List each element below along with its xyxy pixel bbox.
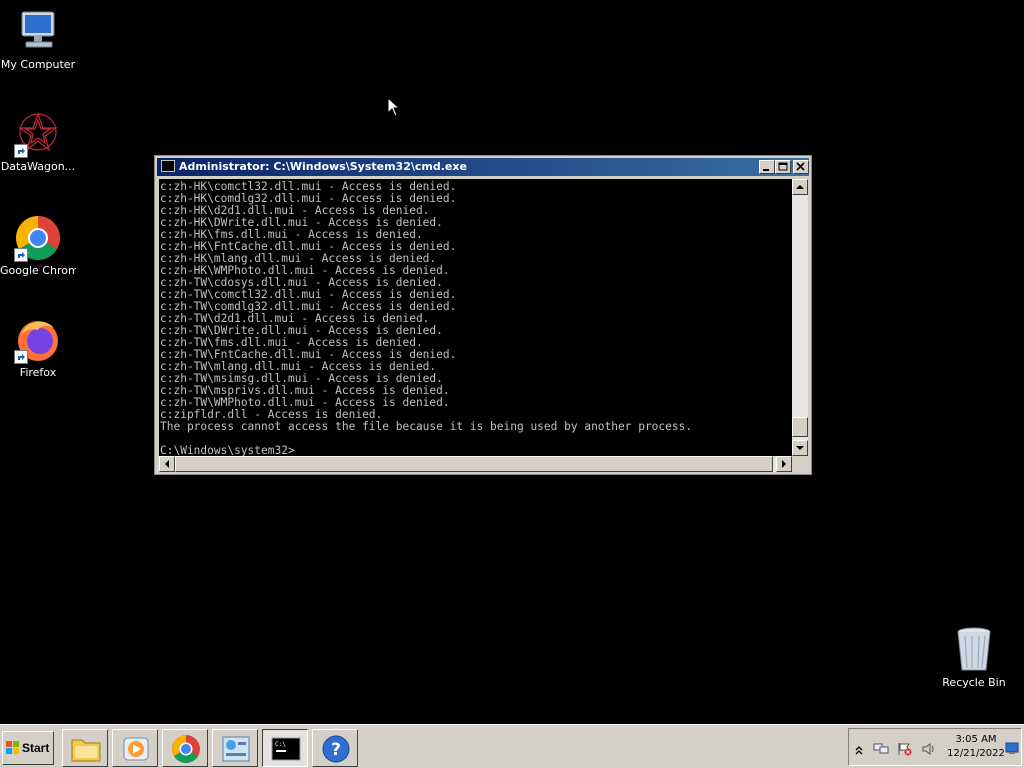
arrow-left-icon — [165, 460, 169, 468]
chrome-icon — [172, 735, 200, 763]
desktop-icon-label: Google Chrome — [0, 264, 76, 277]
taskbar-button-cmd[interactable]: C:\ — [262, 729, 308, 767]
scroll-up-button[interactable] — [792, 179, 808, 195]
desktop-icon-label: Recycle Bin — [942, 676, 1006, 689]
start-button[interactable]: Start — [2, 731, 54, 765]
cmd-titlebar[interactable]: Administrator: C:\Windows\System32\cmd.e… — [157, 158, 809, 176]
cmd-console-output[interactable]: c:zh-HK\comctl32.dll.mui - Access is den… — [159, 179, 792, 456]
show-desktop-button[interactable] — [1005, 740, 1019, 759]
maximize-button[interactable] — [775, 160, 791, 174]
system-tray: 3:05 AM 12/21/2022 — [848, 728, 1022, 766]
speaker-icon — [922, 743, 934, 755]
shortcut-arrow-icon — [14, 248, 28, 262]
minimize-icon — [763, 169, 769, 171]
volume-tray-icon[interactable] — [921, 741, 937, 760]
action-center-flag-icon — [898, 743, 912, 756]
mouse-cursor-icon — [387, 96, 401, 121]
datawagon-icon — [14, 110, 62, 158]
desktop-icon-label: Firefox — [19, 366, 57, 379]
cmd-window[interactable]: Administrator: C:\Windows\System32\cmd.e… — [154, 155, 812, 475]
arrow-down-icon — [796, 446, 804, 450]
desktop-icon-firefox[interactable]: Firefox — [0, 316, 76, 379]
taskbar-button-help[interactable]: ? — [312, 729, 358, 767]
minimize-button[interactable] — [759, 160, 775, 174]
network-tray-icon[interactable] — [873, 741, 889, 760]
cmd-window-icon — [161, 160, 175, 172]
horizontal-scroll-thumb[interactable] — [175, 456, 773, 472]
cmd-window-title: Administrator: C:\Windows\System32\cmd.e… — [179, 160, 467, 173]
recycle-bin-icon — [950, 626, 998, 674]
svg-text:?: ? — [331, 740, 341, 760]
horizontal-scrollbar[interactable] — [159, 456, 792, 472]
arrow-up-icon — [796, 185, 804, 189]
scroll-down-button[interactable] — [792, 440, 808, 456]
start-label: Start — [22, 741, 50, 755]
clock[interactable]: 3:05 AM 12/21/2022 — [945, 733, 1007, 761]
folder-icon — [71, 739, 101, 762]
desktop-icon-my-computer[interactable]: My Computer — [0, 8, 76, 71]
chevron-up-icon — [855, 746, 863, 755]
desktop-icon-datawagon[interactable]: DataWagon... — [0, 110, 76, 173]
scroll-right-button[interactable] — [776, 456, 792, 472]
console-line: C:\Windows\system32> — [160, 444, 295, 457]
close-button[interactable] — [793, 160, 809, 174]
close-icon — [796, 162, 805, 171]
chrome-icon — [14, 214, 62, 262]
windows-logo-icon — [6, 741, 19, 754]
my-computer-icon — [14, 8, 62, 56]
desktop-icon-label: My Computer — [0, 58, 76, 71]
desktop-icon-label: DataWagon... — [0, 160, 76, 173]
taskbar-button-explorer[interactable] — [62, 729, 108, 767]
taskbar-button-media-player[interactable] — [112, 729, 158, 767]
taskbar-button-chrome[interactable] — [162, 729, 208, 767]
arrow-right-icon — [782, 460, 786, 468]
shortcut-arrow-icon — [14, 350, 28, 364]
scroll-left-button[interactable] — [159, 456, 175, 472]
vertical-scroll-thumb[interactable] — [792, 417, 808, 437]
taskbar-button-control-panel[interactable] — [212, 729, 258, 767]
show-desktop-icon — [1005, 742, 1019, 754]
size-grip — [792, 456, 808, 472]
clock-time: 3:05 AM — [955, 734, 997, 745]
firefox-icon — [14, 316, 62, 364]
show-hidden-icons-button[interactable] — [854, 741, 864, 760]
desktop: My Computer DataWagon... Google Chrom Fi… — [0, 0, 1024, 724]
cmd-lines: c:zh-HK\comctl32.dll.mui - Access is den… — [159, 179, 792, 457]
taskbar: Start C:\ ? 3:05 AM 12/21/2022 — [0, 724, 1024, 768]
media-player-icon — [123, 737, 149, 761]
vertical-scrollbar[interactable] — [792, 179, 808, 456]
help-icon: ? — [322, 735, 350, 763]
desktop-icon-google-chrome[interactable]: Google Chrome — [0, 214, 76, 277]
action-center-tray-icon[interactable] — [897, 741, 913, 760]
console-line: The process cannot access the file becau… — [160, 420, 693, 433]
network-icon — [873, 743, 889, 754]
clock-date: 12/21/2022 — [947, 748, 1005, 759]
cmd-icon: C:\ — [271, 737, 301, 761]
shortcut-arrow-icon — [14, 144, 28, 158]
control-panel-icon — [222, 736, 250, 762]
desktop-icon-recycle-bin[interactable]: Recycle Bin — [936, 626, 1012, 689]
maximize-icon — [778, 162, 788, 171]
svg-text:C:\: C:\ — [275, 741, 286, 748]
